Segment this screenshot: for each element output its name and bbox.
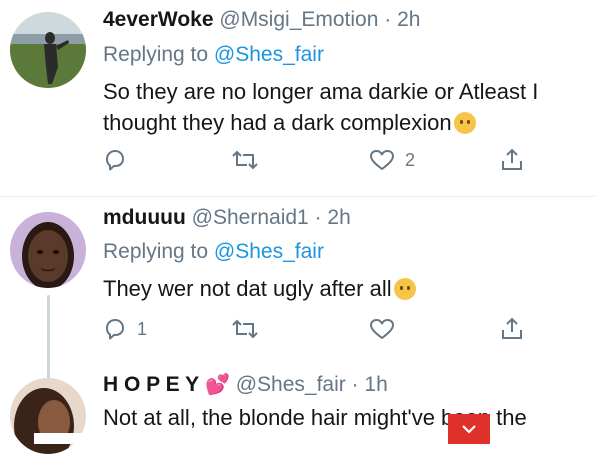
retweet-icon (232, 150, 258, 170)
scroll-down-button[interactable] (448, 414, 490, 444)
timestamp[interactable]: · 1h (352, 373, 388, 396)
tweet-text: They wer not dat ugly after all (103, 273, 578, 304)
timestamp[interactable]: · 2h (384, 8, 420, 31)
tweet-text: So they are no longer ama darkie or Atle… (103, 76, 578, 138)
reply-icon (106, 319, 124, 340)
tweet-actions: 2 (103, 145, 543, 175)
tweet-text: Not at all, the blonde hair might've bee… (103, 402, 578, 433)
retweet-button[interactable] (231, 145, 269, 175)
reply-button[interactable] (103, 145, 137, 175)
like-button[interactable] (369, 314, 405, 344)
replying-to: Replying to @Shes_fair (103, 239, 324, 265)
avatar-image (10, 212, 86, 288)
mention-link[interactable]: @Shes_fair (214, 43, 324, 66)
like-button[interactable]: 2 (369, 145, 415, 175)
user-handle[interactable]: @Msigi_Emotion (219, 8, 378, 31)
replying-to: Replying to @Shes_fair (103, 42, 324, 68)
tweet-header: mduuuu @Shernaid1 · 2h (103, 205, 351, 231)
reply-count: 1 (137, 318, 148, 339)
shushing-face-emoji (453, 112, 476, 134)
avatar[interactable] (10, 12, 86, 88)
avatar[interactable] (10, 212, 86, 288)
share-button[interactable] (499, 145, 525, 175)
timestamp[interactable]: · 2h (315, 206, 351, 229)
retweet-button[interactable] (231, 314, 269, 344)
share-icon (502, 148, 522, 170)
replying-to-label: Replying to (103, 240, 214, 263)
user-handle[interactable]: @Shernaid1 (192, 206, 309, 229)
share-button[interactable] (499, 314, 525, 344)
tweet-text-content: They wer not dat ugly after all (103, 276, 392, 301)
replying-to-label: Replying to (103, 43, 214, 66)
tweet-1[interactable]: 4everWoke @Msigi_Emotion · 2h Replying t… (0, 0, 595, 196)
chevron-down-icon (462, 425, 476, 434)
tweet-3[interactable]: H O P E Y 💕 @Shes_fair · 1h Not at all, … (0, 364, 595, 454)
user-handle[interactable]: @Shes_fair (236, 373, 346, 396)
like-count: 2 (405, 149, 416, 170)
unamused-face-emoji (393, 278, 416, 300)
retweet-icon (232, 319, 258, 339)
bottom-overlay (34, 433, 595, 444)
tweet-header: 4everWoke @Msigi_Emotion · 2h (103, 7, 420, 33)
two-hearts-emoji: 💕 (204, 374, 230, 396)
display-name[interactable]: mduuuu (103, 206, 186, 229)
display-name[interactable]: H O P E Y (103, 373, 199, 396)
heart-icon (370, 319, 394, 339)
reply-icon (106, 150, 124, 171)
display-name[interactable]: 4everWoke (103, 8, 214, 31)
reply-button[interactable]: 1 (103, 314, 147, 344)
share-icon (502, 317, 522, 339)
heart-icon (370, 150, 394, 170)
tweet-actions: 1 (103, 314, 543, 344)
mention-link[interactable]: @Shes_fair (214, 240, 324, 263)
tweet-header: H O P E Y 💕 @Shes_fair · 1h (103, 372, 388, 398)
avatar-image (10, 12, 86, 88)
